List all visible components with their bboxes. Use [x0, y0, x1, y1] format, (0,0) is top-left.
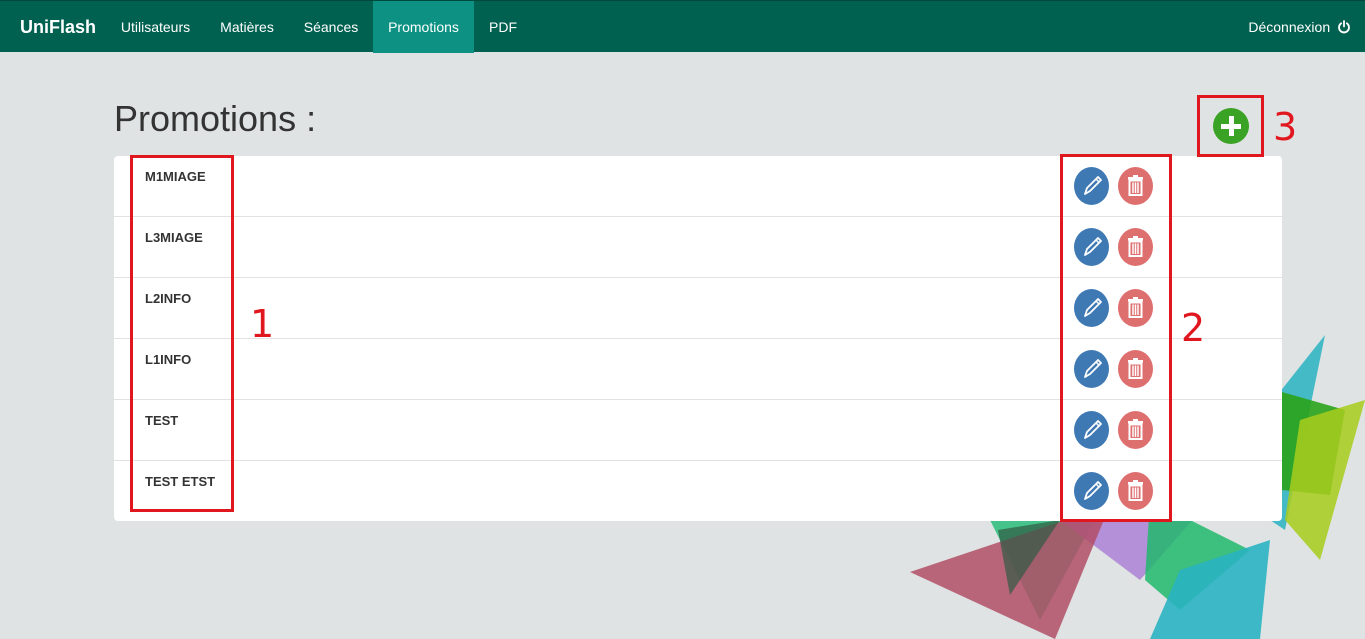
nav-item-promotions[interactable]: Promotions — [373, 1, 474, 53]
logout-link[interactable]: Déconnexion — [1248, 1, 1351, 53]
annotation-number-1: 1 — [250, 302, 275, 346]
annotation-number-3: 3 — [1273, 105, 1298, 149]
brand-logo[interactable]: UniFlash — [20, 1, 96, 53]
nav-item-utilisateurs[interactable]: Utilisateurs — [106, 1, 205, 53]
nav-item-pdf[interactable]: PDF — [474, 1, 532, 53]
annotation-box-names — [130, 155, 234, 512]
nav-item-matieres[interactable]: Matières — [205, 1, 289, 53]
logout-label: Déconnexion — [1248, 19, 1331, 35]
page-title: Promotions : — [114, 98, 317, 139]
nav-item-seances[interactable]: Séances — [289, 1, 373, 53]
annotation-number-2: 2 — [1181, 306, 1206, 350]
power-icon — [1338, 20, 1350, 34]
annotation-box-add — [1197, 95, 1264, 157]
annotation-box-actions — [1060, 154, 1172, 522]
navbar: UniFlash Utilisateurs Matières Séances P… — [0, 0, 1365, 53]
